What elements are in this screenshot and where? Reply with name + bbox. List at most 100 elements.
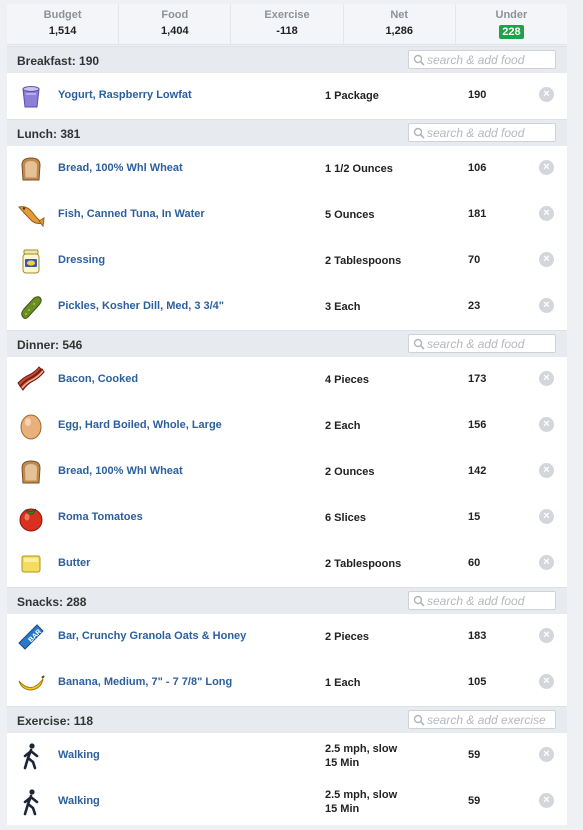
entry-name-link[interactable]: Fish, Canned Tuna, In Water [58,208,205,220]
entry-quantity: 2.5 mph, slow 15 Min [325,742,397,770]
section-header: Snacks: 288 [7,587,567,614]
search-add-box[interactable] [408,710,556,729]
summary-value: 1,404 [161,25,189,37]
entry-name-link[interactable]: Walking [58,749,100,761]
close-icon: × [543,253,550,265]
close-icon: × [543,88,550,100]
bacon-icon [17,366,45,394]
entry-quantity-line: 2.5 mph, slow [325,743,398,755]
search-add-input[interactable] [409,335,555,352]
entry-calories: 60 [468,557,481,569]
entry-calories: 106 [468,162,487,174]
entry-calories: 181 [468,208,487,220]
bread-icon [17,155,45,183]
summary-label: Net [390,9,409,21]
log-entry-row: Walking 2.5 mph, slow 15 Min 59 × [7,779,567,825]
search-add-input[interactable] [409,124,555,141]
entry-name-link[interactable]: Bar, Crunchy Granola Oats & Honey [58,630,246,642]
search-add-input[interactable] [409,711,555,728]
entry-quantity: 2 Pieces [325,631,370,643]
entry-name-link[interactable]: Banana, Medium, 7" - 7 7/8" Long [58,676,232,688]
fish-icon [17,201,45,229]
log-entry-row: BAR Bar, Crunchy Granola Oats & Honey 2 Pi… [7,614,567,660]
entry-name-link[interactable]: Yogurt, Raspberry Lowfat [58,89,192,101]
log-entry-row: Egg, Hard Boiled, Whole, Large 2 Each 156 × [7,403,567,449]
remove-entry-button[interactable]: × [539,206,554,221]
remove-entry-button[interactable]: × [539,555,554,570]
search-add-box[interactable] [408,334,556,353]
magnifier-icon [413,338,425,350]
search-add-box[interactable] [408,123,556,142]
entry-name-link[interactable]: Egg, Hard Boiled, Whole, Large [58,419,222,431]
close-icon: × [543,372,550,384]
entry-name-link[interactable]: Bread, 100% Whl Wheat [58,465,183,477]
dressing-jar-icon [17,247,45,275]
entry-quantity: 1 Package [325,90,379,102]
magnifier-icon [413,54,425,66]
remove-entry-button[interactable]: × [539,509,554,524]
magnifier-icon [413,595,425,607]
summary-net: Net 1,286 [344,4,456,44]
entry-name-link[interactable]: Dressing [58,254,105,266]
search-add-input[interactable] [409,51,555,68]
entry-quantity: 2 Ounces [325,466,375,478]
close-icon: × [543,675,550,687]
entry-name-link[interactable]: Butter [58,557,90,569]
section-title: Dinner: 546 [17,338,83,352]
section-header: Breakfast: 190 [7,46,567,73]
section-title: Snacks: 288 [17,595,87,609]
magnifier-icon [413,714,425,726]
close-icon: × [543,161,550,173]
entry-quantity: 5 Ounces [325,209,375,221]
entry-calories: 183 [468,630,487,642]
entry-calories: 173 [468,373,487,385]
bread-icon [17,458,45,486]
entry-quantity: 6 Slices [325,512,366,524]
entry-calories: 105 [468,676,487,688]
entry-calories: 59 [468,749,481,761]
magnifier-icon [413,127,425,139]
remove-entry-button[interactable]: × [539,87,554,102]
remove-entry-button[interactable]: × [539,674,554,689]
entry-name-link[interactable]: Bacon, Cooked [58,373,138,385]
log-entry-row: Bread, 100% Whl Wheat 2 Ounces 142 × [7,449,567,495]
entry-quantity: 1 1/2 Ounces [325,163,393,175]
section-header: Exercise: 118 [7,706,567,733]
log-entry-row: Bread, 100% Whl Wheat 1 1/2 Ounces 106 × [7,146,567,192]
summary-value-wrap: 228 [456,25,567,39]
under-badge: 228 [499,25,524,39]
remove-entry-button[interactable]: × [539,160,554,175]
summary-budget: Budget 1,514 [7,4,120,44]
close-icon: × [543,299,550,311]
section-title: Exercise: 118 [17,714,94,728]
search-add-input[interactable] [409,592,555,609]
section-title: Breakfast: 190 [17,54,100,68]
entry-quantity: 3 Each [325,301,361,313]
log-entry-row: Fish, Canned Tuna, In Water 5 Ounces 181 × [7,192,567,238]
search-add-box[interactable] [408,591,556,610]
summary-under: Under 228 [456,4,567,44]
remove-entry-button[interactable]: × [539,747,554,762]
close-icon: × [543,418,550,430]
log-entry-row: Butter 2 Tablespoons 60 × [7,541,567,587]
remove-entry-button[interactable]: × [539,371,554,386]
entry-calories: 142 [468,465,487,477]
entry-name-link[interactable]: Bread, 100% Whl Wheat [58,162,183,174]
calorie-summary: Budget 1,514 Food 1,404 Exercise -118 Ne… [7,4,567,45]
close-icon: × [543,464,550,476]
banana-icon [17,669,45,697]
remove-entry-button[interactable]: × [539,417,554,432]
entry-name-link[interactable]: Roma Tomatoes [58,511,143,523]
yogurt-icon [17,82,45,110]
search-add-box[interactable] [408,50,556,69]
granola-bar-icon: BAR [17,623,45,651]
entry-calories: 59 [468,795,481,807]
remove-entry-button[interactable]: × [539,298,554,313]
remove-entry-button[interactable]: × [539,463,554,478]
entry-name-link[interactable]: Walking [58,795,100,807]
close-icon: × [543,510,550,522]
remove-entry-button[interactable]: × [539,628,554,643]
entry-name-link[interactable]: Pickles, Kosher Dill, Med, 3 3/4" [58,300,224,312]
remove-entry-button[interactable]: × [539,252,554,267]
remove-entry-button[interactable]: × [539,793,554,808]
